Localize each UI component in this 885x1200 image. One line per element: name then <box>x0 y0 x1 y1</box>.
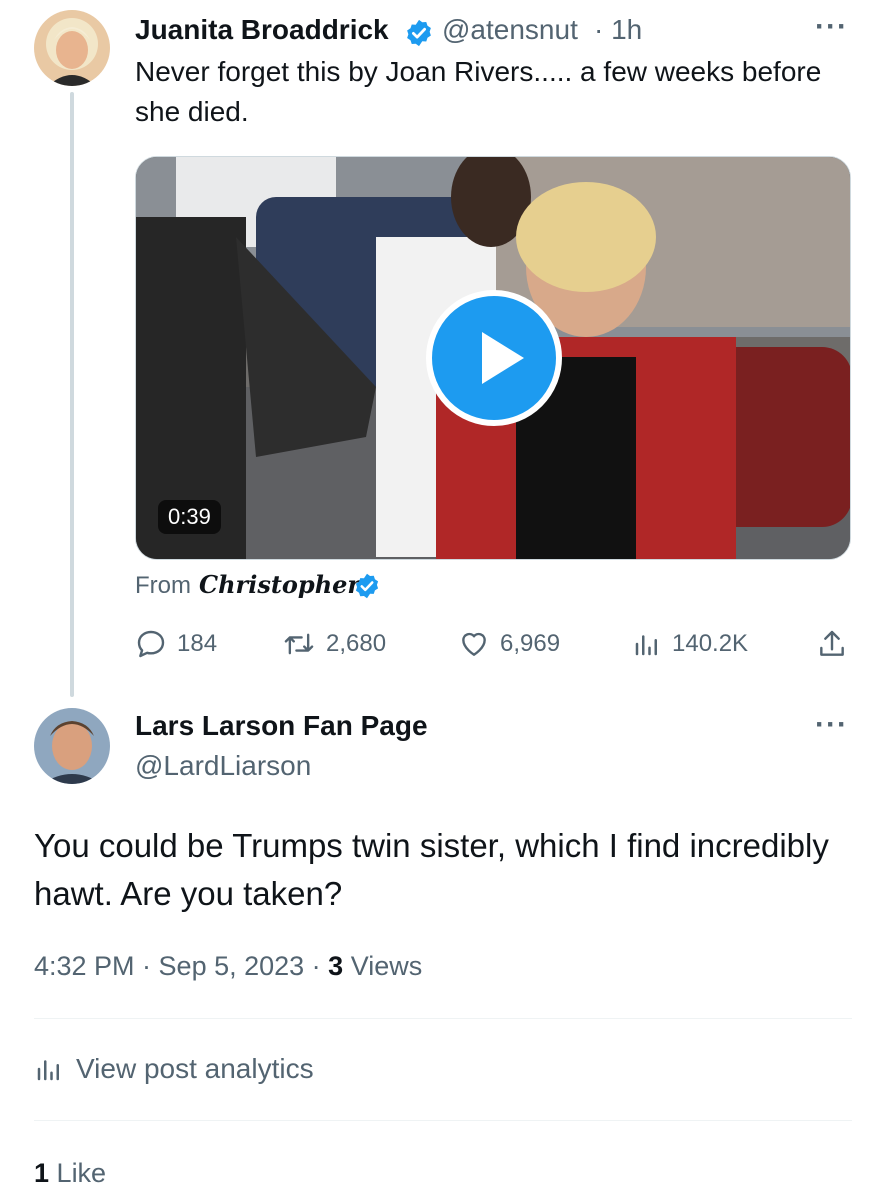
author-handle[interactable]: @atensnut <box>442 14 578 46</box>
analytics-label: View post analytics <box>76 1053 314 1084</box>
author-name[interactable]: Juanita Broaddrick <box>135 14 389 46</box>
reply-icon <box>137 630 165 658</box>
view-count: 140.2K <box>672 630 749 657</box>
analytics-bar-icon <box>37 1060 59 1081</box>
like-count: 6,969 <box>500 630 561 657</box>
analytics-bar-icon <box>635 635 657 656</box>
like-action[interactable]: 6,969 <box>458 628 560 660</box>
author-avatar[interactable] <box>34 10 110 86</box>
reply-more-options-icon[interactable]: ··· <box>815 708 848 742</box>
divider <box>34 1120 852 1121</box>
quoted-tweet-text: Never forget this by Joan Rivers..... a … <box>135 56 822 127</box>
repost-count: 2,680 <box>326 630 387 657</box>
verified-badge-icon <box>404 18 434 53</box>
repost-icon <box>284 633 314 655</box>
post-time[interactable]: · 1h <box>594 14 642 46</box>
likes-summary[interactable]: 1 Like <box>34 1158 106 1189</box>
from-label: From <box>135 572 191 599</box>
likes-count: 1 <box>34 1158 50 1188</box>
repost-action[interactable]: 2,680 <box>282 628 386 660</box>
divider <box>34 1018 852 1019</box>
post-metadata: 4:32 PM · Sep 5, 2023 · 3 Views <box>34 951 422 982</box>
post-timestamp[interactable]: 4:32 PM · Sep 5, 2023 · <box>34 951 328 981</box>
views-label: Views <box>350 951 423 981</box>
share-icon <box>820 630 844 656</box>
views-count: 3 <box>328 951 344 981</box>
play-button-icon[interactable] <box>426 290 562 426</box>
views-action[interactable]: 140.2K <box>632 628 748 660</box>
more-options-icon[interactable]: ··· <box>815 10 848 44</box>
reply-tweet-text: You could be Trumps twin sister, which I… <box>34 827 829 912</box>
reply-action[interactable]: 184 <box>135 628 217 660</box>
reply-author-avatar[interactable] <box>34 708 110 784</box>
source-verified-badge-icon <box>353 572 381 605</box>
likes-label: Like <box>56 1158 107 1188</box>
share-action[interactable] <box>816 628 858 660</box>
heart-icon <box>462 632 486 656</box>
view-analytics-link[interactable]: View post analytics <box>34 1053 314 1085</box>
video-duration: 0:39 <box>158 500 221 534</box>
reply-author-handle[interactable]: @LardLiarson <box>135 750 311 782</box>
source-account-name[interactable]: Christopher <box>199 570 360 599</box>
reply-count: 184 <box>177 630 218 657</box>
reply-author-name[interactable]: Lars Larson Fan Page <box>135 710 428 742</box>
thread-connector-line <box>70 92 74 697</box>
